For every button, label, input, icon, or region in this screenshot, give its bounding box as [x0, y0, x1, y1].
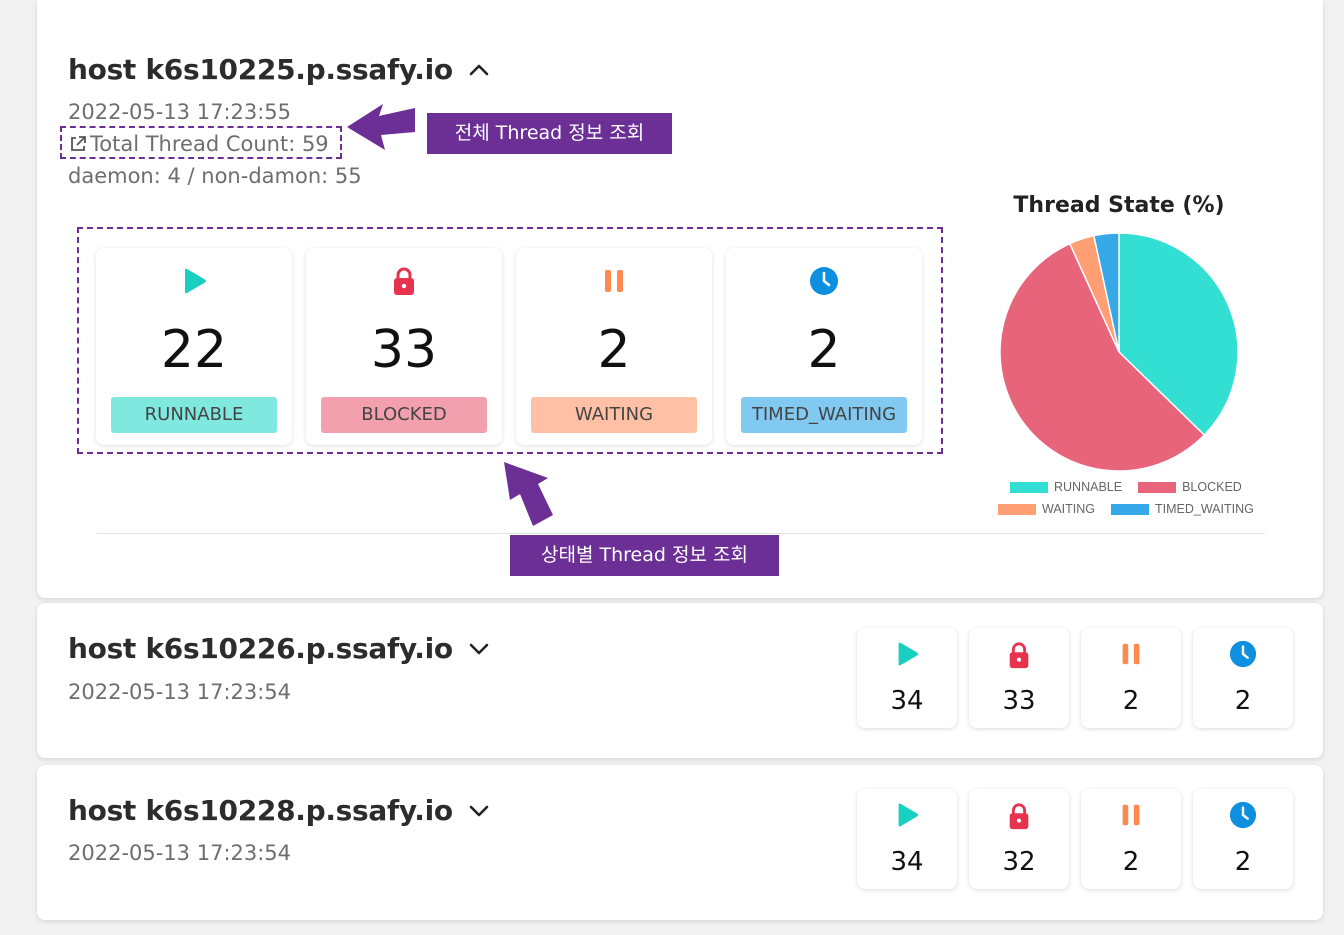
chevron-up-icon[interactable] — [467, 58, 491, 82]
pause-icon — [1122, 643, 1140, 665]
clock-icon — [1229, 640, 1257, 668]
chevron-down-icon[interactable] — [467, 637, 491, 661]
host-title-toggle[interactable]: host k6s10228.p.ssafy.io — [68, 794, 491, 827]
clock-icon — [1229, 801, 1257, 829]
divider — [97, 533, 1265, 534]
annotation-arrow-icon — [504, 462, 553, 526]
mini-count: 2 — [1234, 686, 1252, 716]
chart-legend-row-1: RUNNABLE BLOCKED — [1010, 480, 1250, 494]
mini-tile-waiting[interactable]: 2 — [1081, 628, 1181, 728]
legend-swatch — [1138, 481, 1177, 493]
legend-label: TIMED_WAITING — [1155, 502, 1254, 516]
host-timestamp: 2022-05-13 17:23:54 — [68, 841, 292, 865]
mini-count: 32 — [1002, 847, 1036, 877]
annotation-box-state-tiles — [77, 227, 943, 454]
host-timestamp: 2022-05-13 17:23:55 — [68, 100, 292, 124]
thread-state-pie-chart — [999, 232, 1239, 472]
annotation-label-state: 상태별 Thread 정보 조회 — [510, 535, 779, 576]
mini-count: 2 — [1122, 847, 1140, 877]
mini-count: 2 — [1234, 847, 1252, 877]
host-timestamp: 2022-05-13 17:23:54 — [68, 680, 292, 704]
mini-tile-waiting[interactable]: 2 — [1081, 789, 1181, 889]
host-title: host k6s10225.p.ssafy.io — [68, 53, 453, 86]
mini-tile-runnable[interactable]: 34 — [857, 628, 957, 728]
host-title-toggle[interactable]: host k6s10225.p.ssafy.io — [68, 53, 491, 86]
legend-swatch — [998, 503, 1036, 515]
annotation-box-total-count — [60, 126, 342, 159]
legend-label: BLOCKED — [1182, 480, 1242, 494]
legend-label: RUNNABLE — [1054, 480, 1123, 494]
mini-tile-timed-waiting[interactable]: 2 — [1193, 789, 1293, 889]
legend-item-blocked: BLOCKED — [1138, 480, 1242, 494]
lock-icon — [1009, 642, 1029, 669]
daemon-info: daemon: 4 / non-damon: 55 — [68, 164, 362, 188]
legend-item-timed-waiting: TIMED_WAITING — [1111, 502, 1254, 516]
mini-tile-blocked[interactable]: 33 — [969, 628, 1069, 728]
mini-tile-blocked[interactable]: 32 — [969, 789, 1069, 889]
chevron-down-icon[interactable] — [467, 799, 491, 823]
chart-legend-row-2: WAITING TIMED_WAITING — [998, 502, 1262, 516]
mini-count: 33 — [1002, 686, 1036, 716]
legend-swatch — [1010, 481, 1048, 493]
play-icon — [898, 642, 919, 666]
host-title: host k6s10226.p.ssafy.io — [68, 632, 453, 665]
lock-icon — [1009, 803, 1029, 830]
mini-tile-timed-waiting[interactable]: 2 — [1193, 628, 1293, 728]
legend-item-runnable: RUNNABLE — [1010, 480, 1122, 494]
host-card-k6s10228: host k6s10228.p.ssafy.io 2022-05-13 17:2… — [37, 765, 1323, 920]
annotation-label-total: 전체 Thread 정보 조회 — [427, 113, 672, 154]
legend-swatch — [1111, 503, 1150, 515]
legend-item-waiting: WAITING — [998, 502, 1095, 516]
play-icon — [898, 803, 919, 827]
pause-icon — [1122, 804, 1140, 826]
chart-title: Thread State (%) — [1013, 193, 1225, 218]
mini-count: 2 — [1122, 686, 1140, 716]
mini-count: 34 — [890, 686, 924, 716]
annotation-arrow-icon — [347, 104, 415, 150]
legend-label: WAITING — [1042, 502, 1096, 516]
host-card-k6s10226: host k6s10226.p.ssafy.io 2022-05-13 17:2… — [37, 603, 1323, 758]
mini-tile-runnable[interactable]: 34 — [857, 789, 957, 889]
host-title: host k6s10228.p.ssafy.io — [68, 794, 453, 827]
mini-count: 34 — [890, 847, 924, 877]
host-title-toggle[interactable]: host k6s10226.p.ssafy.io — [68, 632, 491, 665]
